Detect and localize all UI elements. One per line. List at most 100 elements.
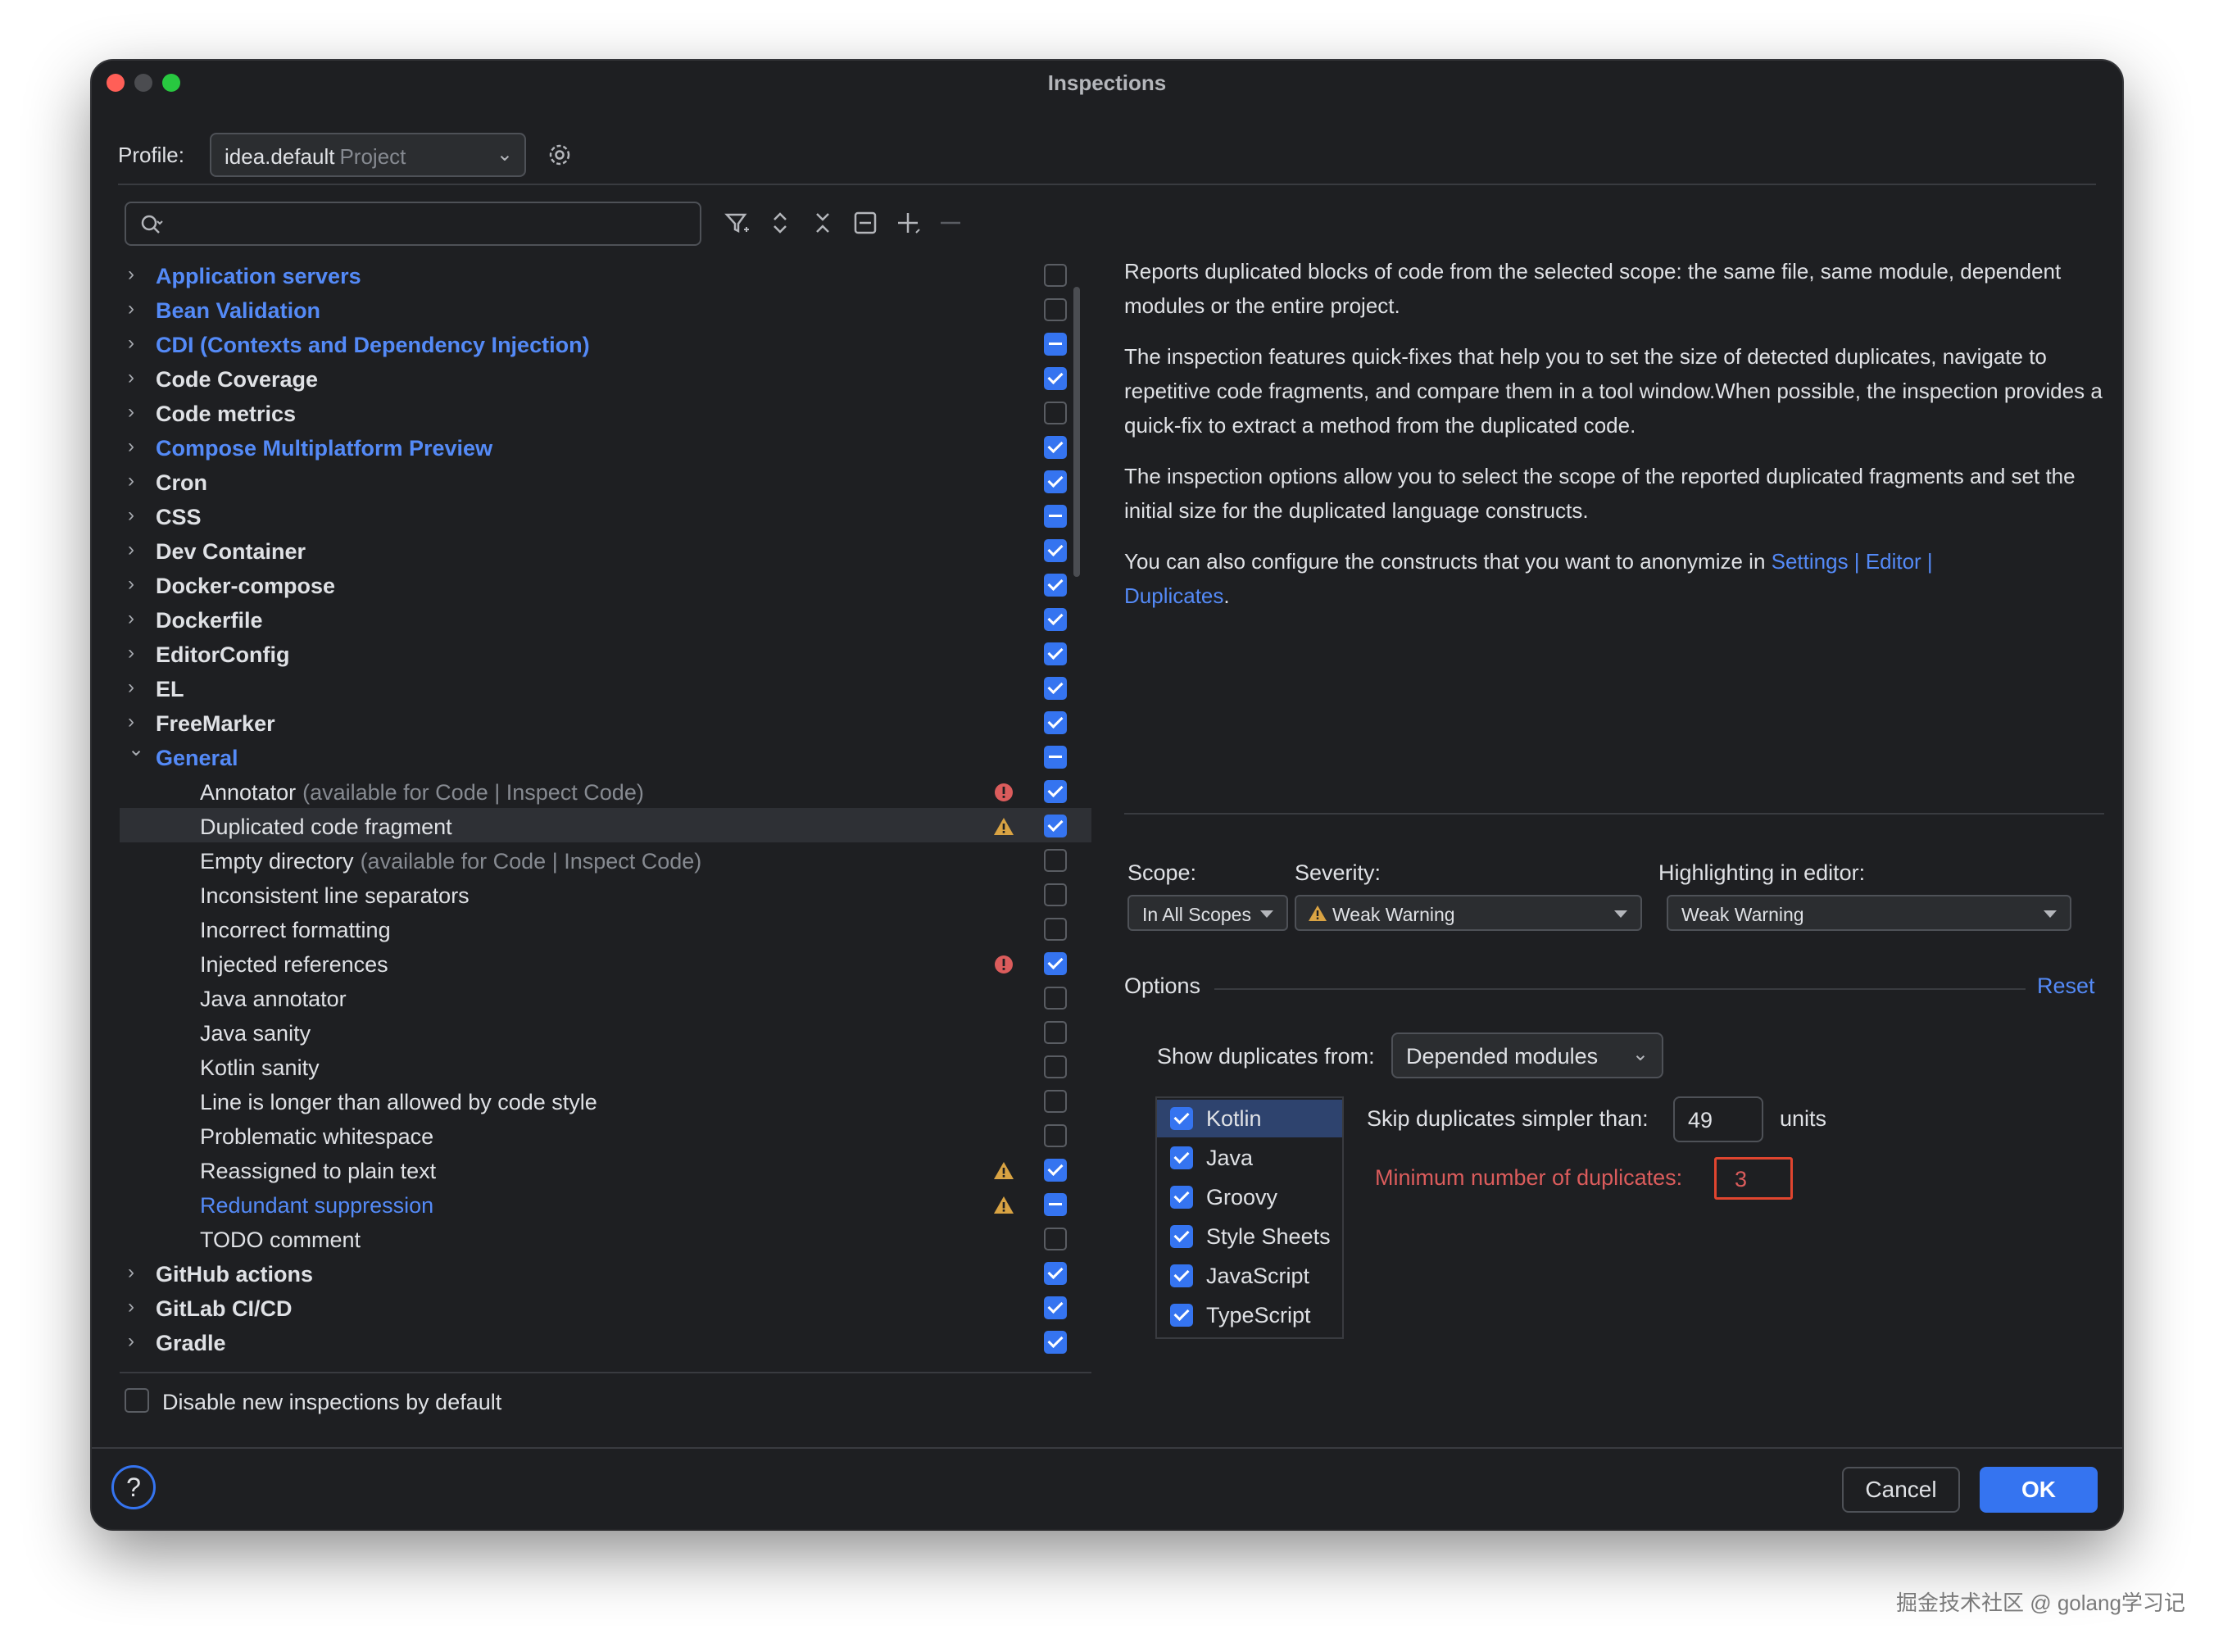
inspection-checkbox[interactable] [1044, 436, 1067, 459]
tree-group-row[interactable]: ⌄ General [120, 738, 1091, 774]
language-checkbox[interactable] [1170, 1107, 1193, 1130]
tree-item-row[interactable]: Redundant suppression [120, 1187, 1091, 1221]
inspection-checkbox[interactable] [1044, 402, 1067, 424]
inspection-checkbox[interactable] [1044, 1159, 1067, 1182]
chevron-right-icon[interactable]: › [128, 676, 144, 698]
inspection-checkbox[interactable] [1044, 642, 1067, 665]
inspection-checkbox[interactable] [1044, 1296, 1067, 1319]
language-item[interactable]: TypeScript [1157, 1296, 1342, 1334]
chevron-right-icon[interactable]: › [128, 470, 144, 492]
inspection-checkbox[interactable] [1044, 711, 1067, 734]
tree-group-row[interactable]: › Code metrics [120, 395, 1091, 429]
chevron-right-icon[interactable]: › [128, 297, 144, 320]
tree-group-row[interactable]: › Gradle [120, 1324, 1091, 1359]
disable-new-inspections-checkbox[interactable] [125, 1388, 149, 1413]
tree-group-row[interactable]: › GitLab CI/CD [120, 1290, 1091, 1324]
tree-group-row[interactable]: › Dev Container [120, 533, 1091, 567]
chevron-right-icon[interactable]: › [128, 607, 144, 629]
tree-scrollbar[interactable] [1073, 287, 1080, 577]
inspection-checkbox[interactable] [1044, 815, 1067, 837]
tree-item-row[interactable]: Empty directory (available for Code | Ins… [120, 842, 1091, 877]
inspection-checkbox[interactable] [1044, 1193, 1067, 1216]
inspection-checkbox[interactable] [1044, 264, 1067, 287]
language-checkbox[interactable] [1170, 1304, 1193, 1327]
inspection-checkbox[interactable] [1044, 746, 1067, 769]
inspection-checkbox[interactable] [1044, 298, 1067, 321]
search-input[interactable] [125, 202, 701, 246]
inspection-checkbox[interactable] [1044, 1331, 1067, 1354]
inspection-checkbox[interactable] [1044, 952, 1067, 975]
language-checkbox[interactable] [1170, 1186, 1193, 1209]
inspection-checkbox[interactable] [1044, 367, 1067, 390]
tree-item-row[interactable]: Kotlin sanity [120, 1049, 1091, 1083]
inspection-checkbox[interactable] [1044, 1021, 1067, 1044]
tree-item-row[interactable]: Incorrect formatting [120, 911, 1091, 946]
inspection-checkbox[interactable] [1044, 780, 1067, 803]
add-icon[interactable] [893, 208, 923, 238]
ok-button[interactable]: OK [1980, 1467, 2098, 1513]
inspection-checkbox[interactable] [1044, 1055, 1067, 1078]
cancel-button[interactable]: Cancel [1842, 1467, 1960, 1513]
tree-item-row[interactable]: Java sanity [120, 1014, 1091, 1049]
inspection-checkbox[interactable] [1044, 574, 1067, 597]
profile-select[interactable]: idea.default Project ⌄ [210, 133, 526, 177]
chevron-right-icon[interactable]: › [128, 1261, 144, 1283]
reset-to-default-icon[interactable] [851, 208, 880, 238]
chevron-right-icon[interactable]: › [128, 573, 144, 595]
inspection-checkbox[interactable] [1044, 1124, 1067, 1147]
tree-item-row[interactable]: Inconsistent line separators [120, 877, 1091, 911]
tree-group-row[interactable]: › Compose Multiplatform Preview [120, 429, 1091, 464]
chevron-right-icon[interactable]: › [128, 332, 144, 354]
tree-item-row[interactable]: Annotator (available for Code | Inspect C… [120, 774, 1091, 808]
skip-duplicates-input[interactable]: 49 [1673, 1096, 1763, 1142]
tree-group-row[interactable]: › Code Coverage [120, 361, 1091, 395]
settings-link[interactable]: Settings [1772, 549, 1849, 574]
language-item[interactable]: Groovy [1157, 1178, 1342, 1216]
tree-item-row[interactable]: Reassigned to plain text [120, 1152, 1091, 1187]
chevron-right-icon[interactable]: › [128, 538, 144, 560]
language-checkbox[interactable] [1170, 1225, 1193, 1248]
tree-group-row[interactable]: › EditorConfig [120, 636, 1091, 670]
tree-item-row[interactable]: TODO comment [120, 1221, 1091, 1255]
tree-group-row[interactable]: › FreeMarker [120, 705, 1091, 739]
language-item[interactable]: Style Sheets [1157, 1218, 1342, 1255]
inspection-checkbox[interactable] [1044, 677, 1067, 700]
inspection-checkbox[interactable] [1044, 849, 1067, 872]
chevron-right-icon[interactable]: › [128, 642, 144, 664]
tree-group-row[interactable]: › EL [120, 670, 1091, 705]
inspection-checkbox[interactable] [1044, 883, 1067, 906]
tree-item-row[interactable]: Duplicated code fragment [120, 808, 1091, 842]
tree-group-row[interactable]: › CDI (Contexts and Dependency Injection) [120, 326, 1091, 361]
inspection-checkbox[interactable] [1044, 1262, 1067, 1285]
expand-all-icon[interactable] [765, 208, 795, 238]
language-item[interactable]: Java [1157, 1139, 1342, 1177]
collapse-all-icon[interactable] [808, 208, 837, 238]
chevron-right-icon[interactable]: › [128, 435, 144, 457]
chevron-right-icon[interactable]: › [128, 504, 144, 526]
language-checkbox[interactable] [1170, 1146, 1193, 1169]
tree-item-row[interactable]: Problematic whitespace [120, 1118, 1091, 1152]
tree-item-row[interactable]: Injected references [120, 946, 1091, 980]
tree-group-row[interactable]: › Cron [120, 464, 1091, 498]
tree-item-row[interactable]: Line is longer than allowed by code styl… [120, 1083, 1091, 1118]
min-duplicates-input[interactable]: 3 [1714, 1157, 1793, 1200]
gear-icon[interactable] [546, 141, 574, 169]
language-checkbox[interactable] [1170, 1264, 1193, 1287]
tree-group-row[interactable]: › GitHub actions [120, 1255, 1091, 1290]
duplicates-link[interactable]: Duplicates [1124, 583, 1223, 608]
chevron-right-icon[interactable]: › [128, 366, 144, 388]
help-button[interactable]: ? [111, 1465, 156, 1509]
language-item[interactable]: JavaScript [1157, 1257, 1342, 1295]
tree-group-row[interactable]: › Application servers [120, 257, 1091, 292]
tree-group-row[interactable]: › CSS [120, 498, 1091, 533]
tree-group-row[interactable]: › Dockerfile [120, 601, 1091, 636]
inspection-checkbox[interactable] [1044, 333, 1067, 356]
chevron-right-icon[interactable]: › [128, 710, 144, 733]
tree-group-row[interactable]: › Bean Validation [120, 292, 1091, 326]
inspection-tree[interactable]: › Application servers › Bean Validation › CDI… [120, 257, 1091, 1372]
filter-icon[interactable] [723, 208, 752, 238]
reset-link[interactable]: Reset [2037, 974, 2095, 999]
inspection-checkbox[interactable] [1044, 539, 1067, 562]
inspection-checkbox[interactable] [1044, 987, 1067, 1010]
chevron-right-icon[interactable]: › [128, 1330, 144, 1352]
